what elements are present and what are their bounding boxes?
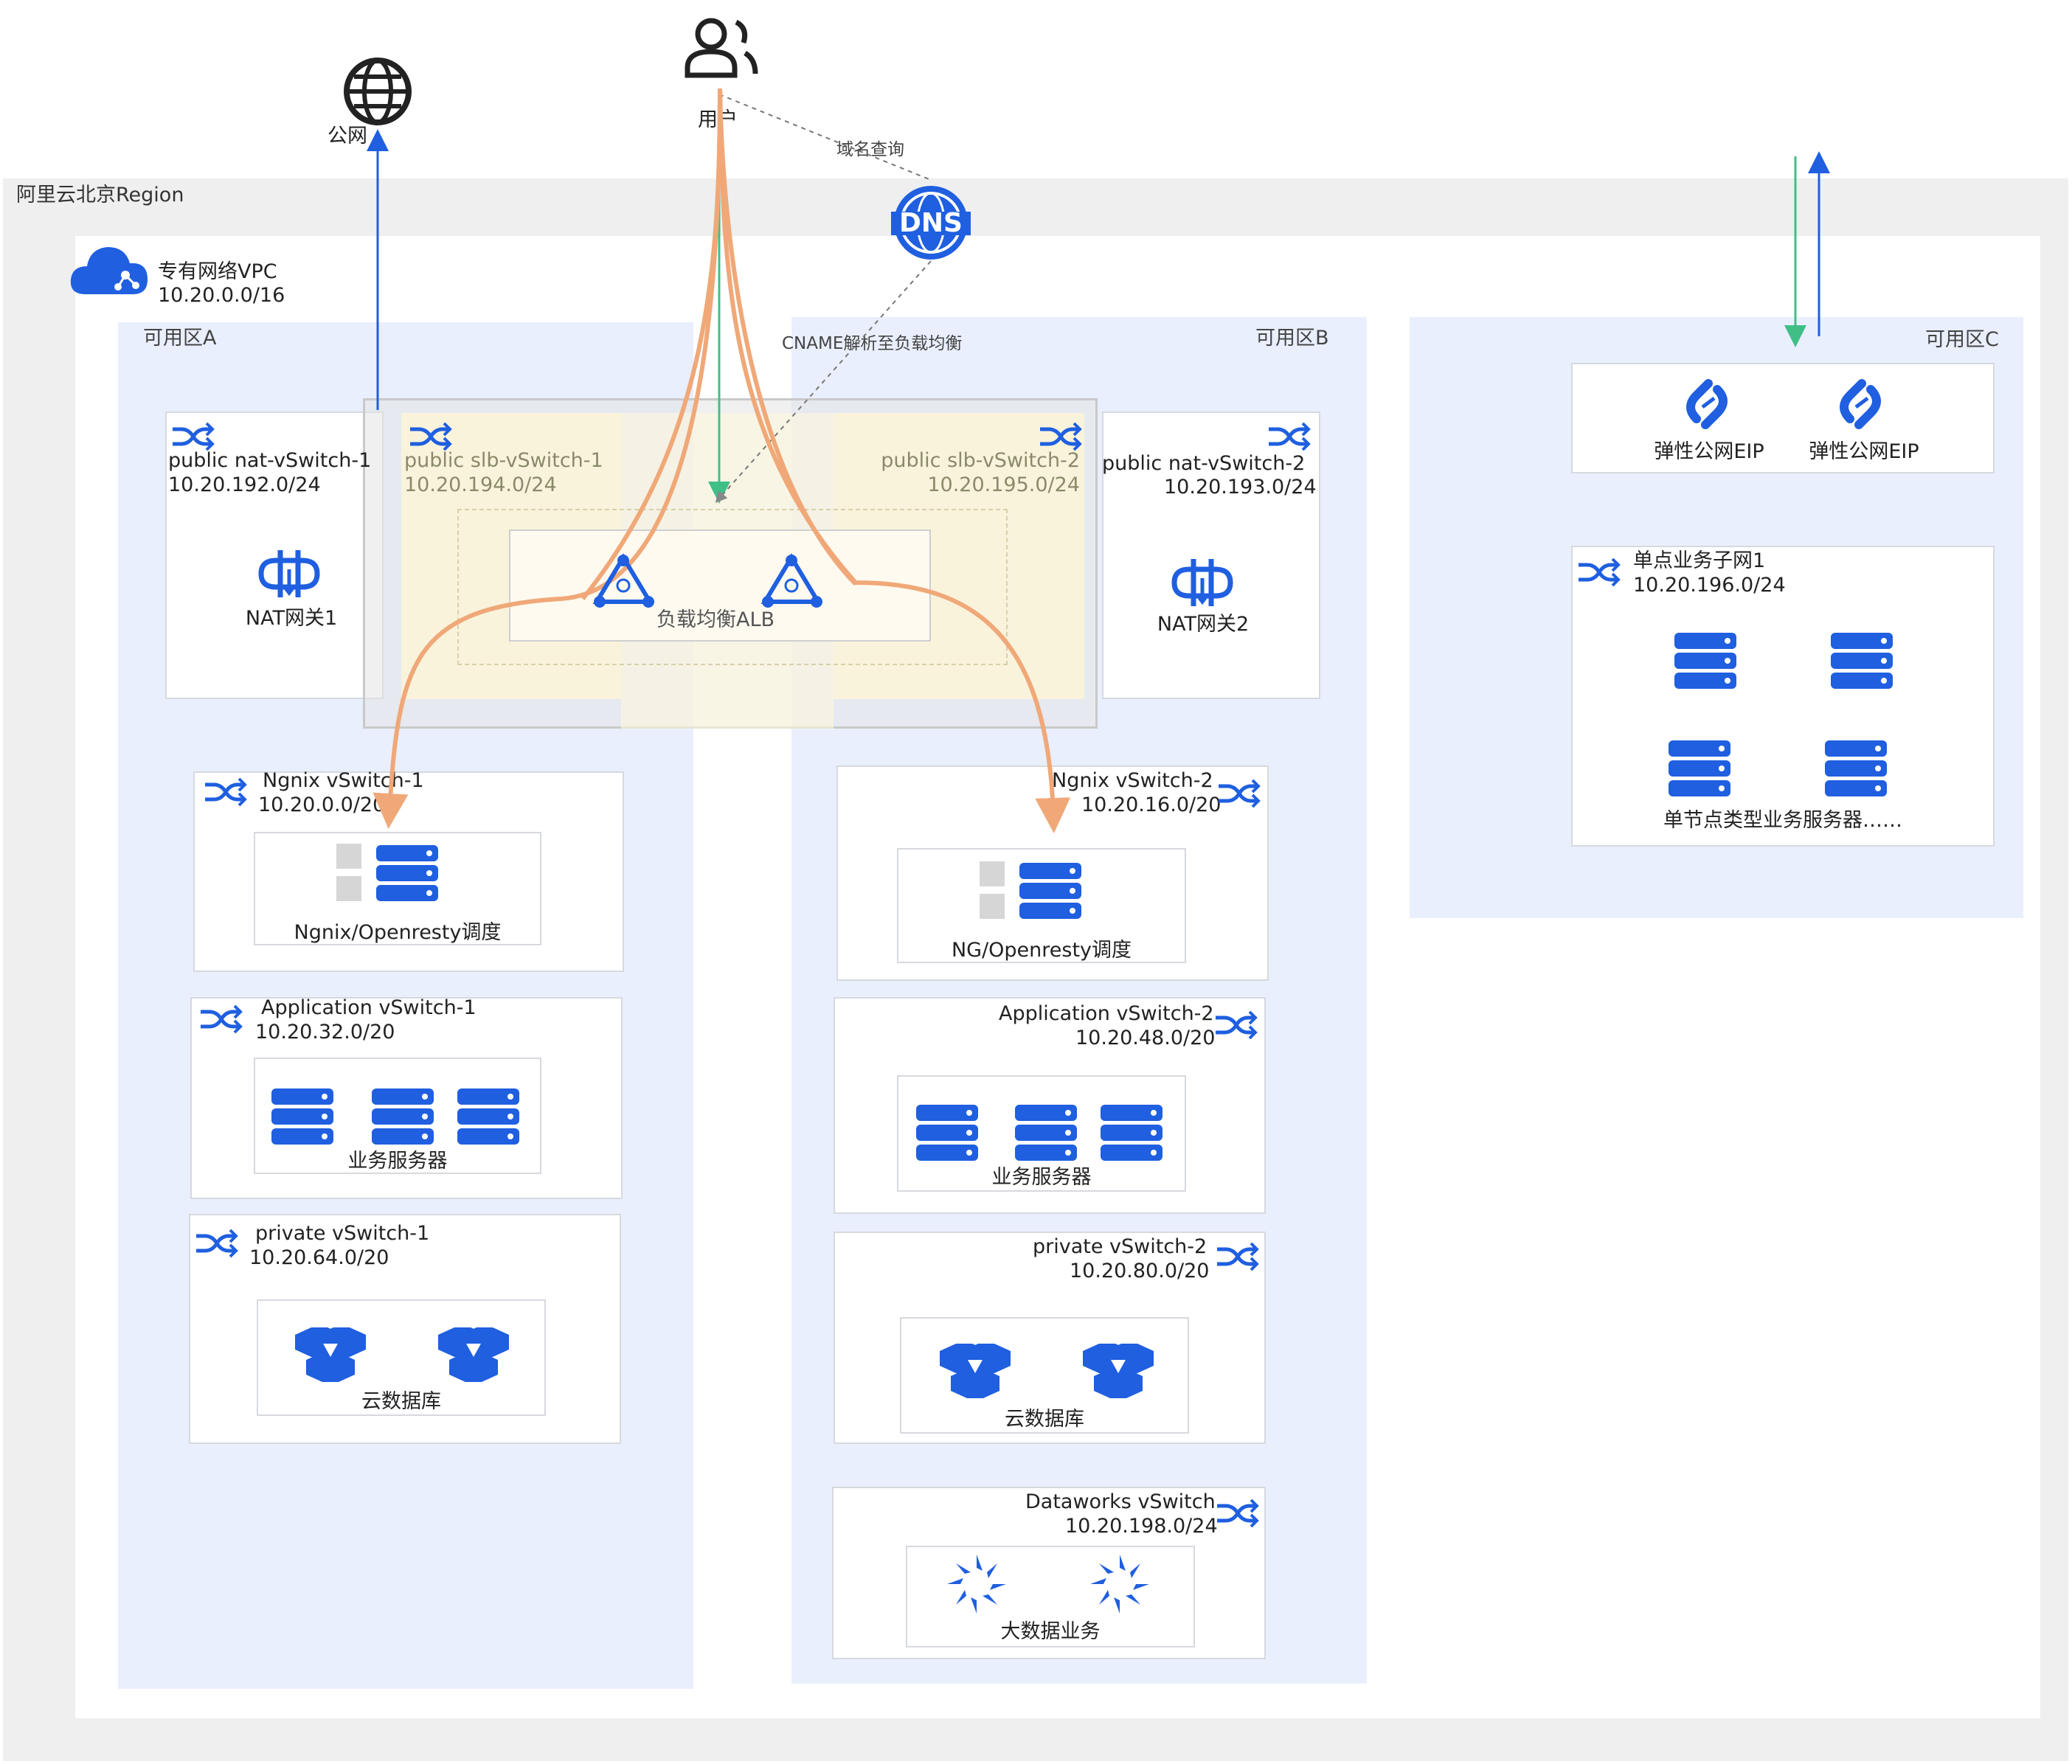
priv2-db-icon-1 [940, 1344, 1011, 1398]
app2-server-icon-2 [1015, 1105, 1077, 1161]
single-server-icon-3 [1669, 740, 1730, 796]
single-switch-icon [1579, 559, 1618, 586]
app2-server-icon-3 [1101, 1105, 1163, 1161]
app1-server-icon-3 [457, 1088, 519, 1145]
priv2-switch-icon [1217, 1243, 1257, 1270]
app2-server-icon-1 [916, 1105, 978, 1161]
app1-switch-icon [201, 1006, 240, 1032]
priv1-switch-icon [196, 1230, 236, 1257]
priv1-db-icon-2 [438, 1327, 509, 1382]
svg-text:DNS: DNS [899, 208, 963, 238]
priv1-db-icon-1 [295, 1327, 366, 1382]
single-server-icon-4 [1825, 740, 1887, 796]
user-icon [685, 18, 758, 78]
app1-server-icon-1 [271, 1088, 333, 1145]
slb2-switch-icon [1040, 423, 1080, 450]
bigdata-icon-2 [1090, 1555, 1149, 1614]
cname-line [715, 260, 932, 503]
priv2-db-icon-2 [1083, 1344, 1154, 1398]
alb-icon-2 [762, 555, 822, 608]
nat-gateway-1-icon [261, 550, 317, 597]
globe-icon [344, 58, 412, 125]
ngnix2-switch-icon [1219, 780, 1258, 807]
ngnix1-icon [336, 844, 438, 901]
dataworks-switch-icon [1217, 1500, 1257, 1527]
alb-icon-1 [594, 555, 654, 608]
nat-gateway-2-icon [1174, 559, 1230, 606]
app1-server-icon-2 [372, 1088, 434, 1145]
ngnix2-icon [980, 861, 1081, 919]
single-server-icon-1 [1674, 633, 1736, 689]
app2-switch-icon [1216, 1012, 1255, 1038]
nat2-switch-icon [1269, 423, 1309, 450]
slb1-switch-icon [410, 423, 450, 450]
single-server-icon-2 [1831, 633, 1893, 689]
diagram-overlay: DNS [0, 18, 1893, 1614]
dns-icon: DNS [891, 186, 971, 260]
eip-icon-2 [1844, 383, 1877, 425]
ngnix1-switch-icon [205, 779, 245, 805]
dns-query-line [718, 94, 932, 181]
nat1-switch-icon [173, 423, 212, 450]
bigdata-icon-1 [947, 1555, 1006, 1614]
eip-icon-1 [1691, 383, 1723, 425]
